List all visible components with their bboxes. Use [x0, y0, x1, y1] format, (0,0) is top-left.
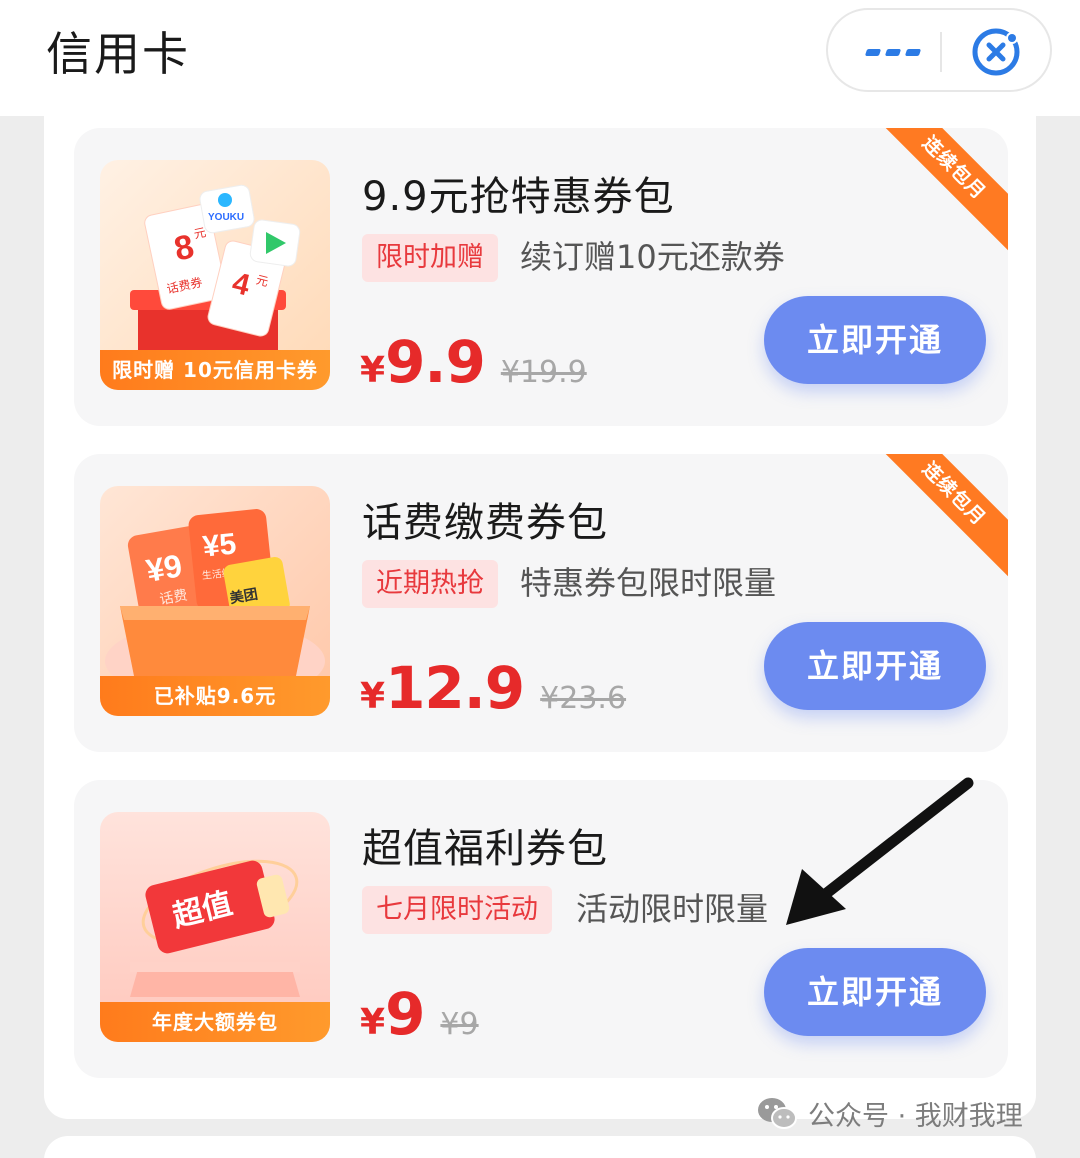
coupon-amount-5: ¥5	[201, 527, 238, 563]
price-value: 12.9	[385, 654, 525, 722]
page-title: 信用卡	[46, 27, 190, 81]
next-section-edge	[44, 1136, 1036, 1158]
pack-name: 话费缴费券包	[362, 500, 608, 546]
promo-tag: 七月限时活动	[362, 886, 552, 934]
pack-name: 超值福利券包	[362, 826, 608, 872]
promo-tag: 限时加赠	[362, 234, 498, 282]
pack-subtitle: 活动限时限量	[576, 890, 769, 928]
price-currency: ¥	[360, 350, 386, 391]
pack-name: 9.9元抢特惠券包	[362, 174, 675, 220]
activate-button[interactable]: 立即开通	[764, 948, 986, 1036]
coupon-pack-card-2[interactable]: ¥9 话费 ¥5 生活缴费券 美团 已补贴9.6元 连续包月 话费缴费券包 近期…	[74, 454, 1008, 752]
pack-subtitle: 特惠券包限时限量	[520, 564, 777, 602]
thumb-strip: 年度大额券包	[100, 1002, 330, 1042]
wechat-icon	[758, 1097, 797, 1129]
coupon-pack-image: ¥9 话费 ¥5 生活缴费券 美团 已补贴9.6元	[100, 486, 330, 716]
price-value: 9.9	[385, 328, 486, 396]
top-bar: 信用卡	[0, 0, 1080, 116]
promo-tag: 近期热抢	[362, 560, 498, 608]
price-currency: ¥	[360, 1002, 386, 1043]
price: ¥ 12.9 ¥23.6	[360, 654, 626, 722]
activate-button[interactable]: 立即开通	[764, 296, 986, 384]
youku-logo-text: YOUKU	[208, 212, 244, 223]
miniapp-capsule	[826, 8, 1052, 92]
price-currency: ¥	[360, 676, 386, 717]
activate-button[interactable]: 立即开通	[764, 622, 986, 710]
more-icon[interactable]	[858, 32, 928, 72]
watermark: 公众号 · 我财我理	[756, 1094, 1023, 1133]
coupon-amount-9: ¥9	[143, 547, 184, 589]
thumb-strip: 限时赠 10元信用卡券	[100, 350, 330, 390]
close-icon[interactable]	[968, 24, 1024, 80]
coupon-pack-image: 8 元 话费券 4 元 YOUKU 限时赠 10元信用卡券	[100, 160, 330, 390]
watermark-text: 公众号 · 我财我理	[808, 1101, 1023, 1132]
ribbon-label: 连续包月	[869, 128, 1008, 253]
original-price: ¥23.6	[540, 681, 627, 716]
thumb-strip: 已补贴9.6元	[100, 676, 330, 716]
pack-subtitle: 续订赠10元还款券	[520, 238, 785, 276]
original-price: ¥9	[440, 1007, 479, 1042]
price: ¥ 9 ¥9	[360, 980, 479, 1048]
price: ¥ 9.9 ¥19.9	[360, 328, 587, 396]
capsule-divider	[940, 32, 942, 72]
annotation-arrow-icon	[786, 777, 974, 925]
coupon-pack-image: 超值 年度大额券包	[100, 812, 330, 1042]
coupon-pack-card-1[interactable]: 8 元 话费券 4 元 YOUKU 限时赠 10元信用卡券 连续包月 9.9元抢…	[74, 128, 1008, 426]
original-price: ¥19.9	[500, 355, 587, 390]
price-value: 9	[385, 980, 425, 1048]
ribbon-label: 连续包月	[869, 454, 1008, 579]
